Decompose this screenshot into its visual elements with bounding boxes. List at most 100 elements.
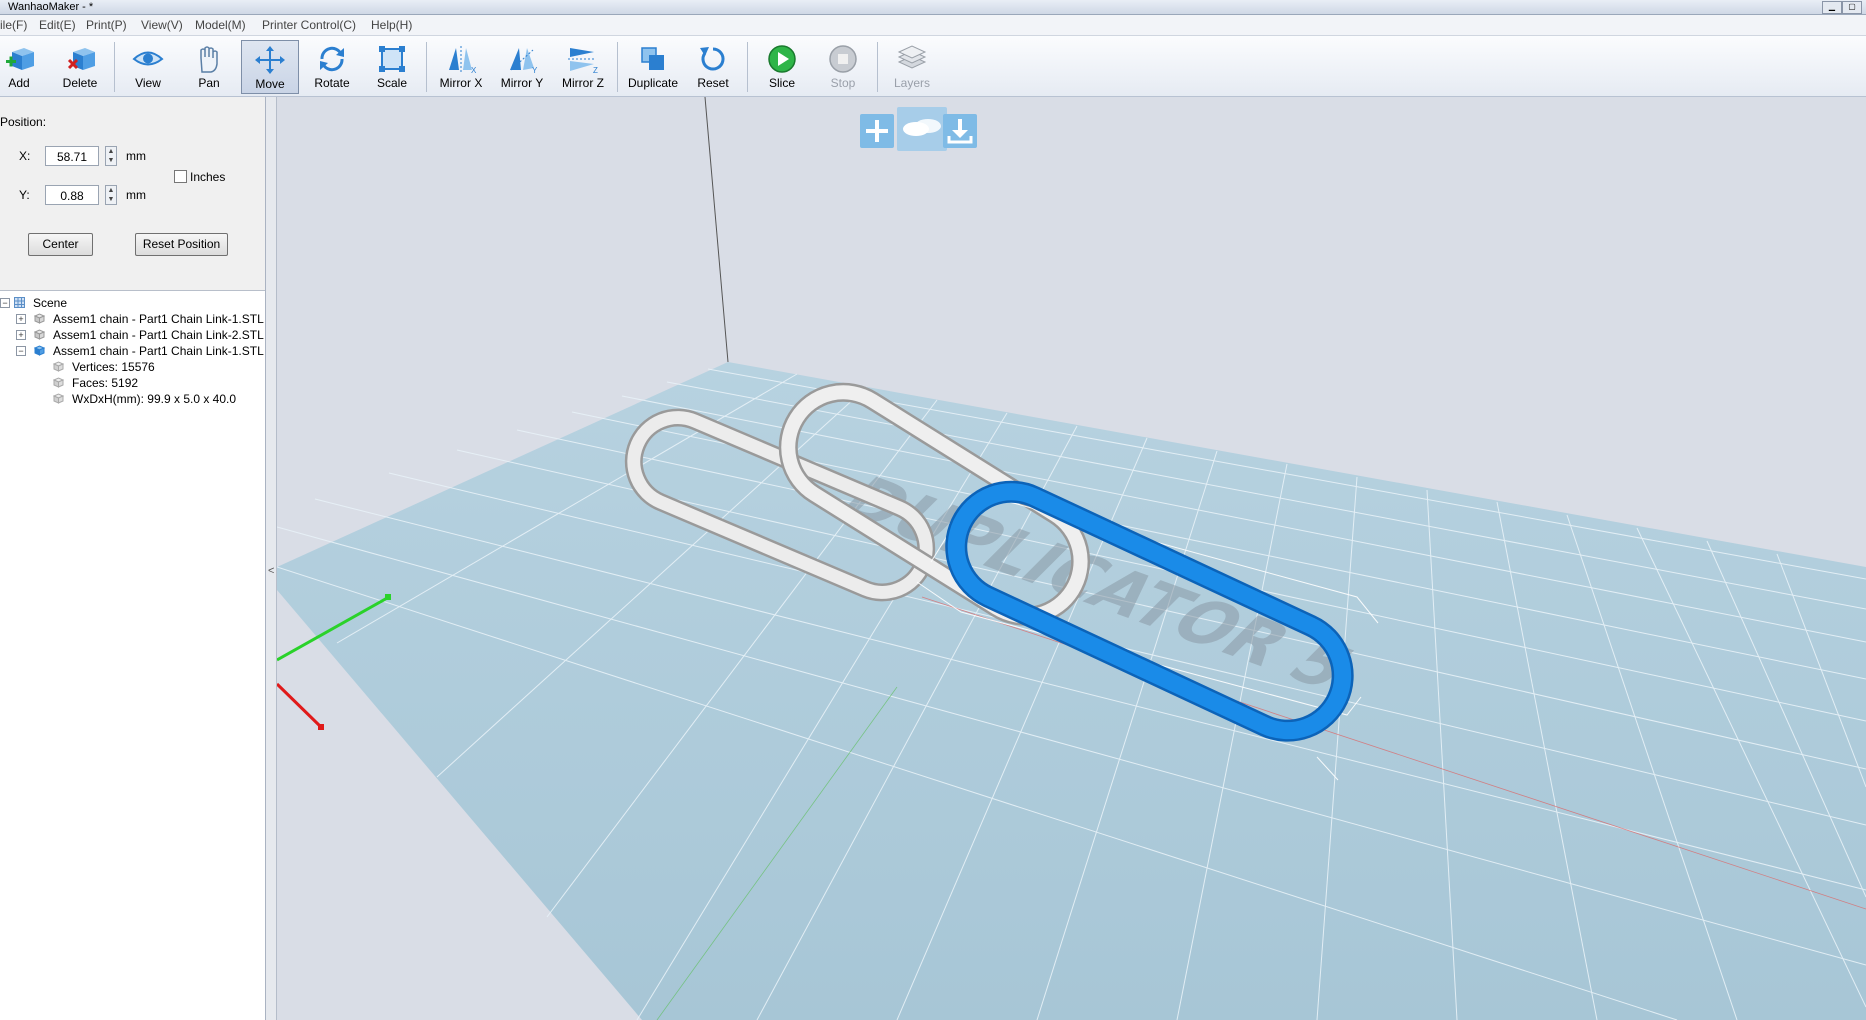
toolbar-separator bbox=[747, 42, 748, 92]
tree-item[interactable]: + Assem1 chain - Part1 Chain Link-2.STL bbox=[0, 327, 265, 343]
title-bar: WanhaoMaker - * ▁ ▢ bbox=[0, 0, 1866, 15]
pan-label: Pan bbox=[198, 76, 220, 90]
collapse-icon[interactable]: − bbox=[16, 346, 26, 356]
svg-text:Y: Y bbox=[532, 66, 538, 74]
tree-item-selected[interactable]: − Assem1 chain - Part1 Chain Link-1.STL bbox=[0, 343, 265, 359]
inches-label: Inches bbox=[190, 170, 226, 184]
tree-root-scene[interactable]: − Scene bbox=[0, 295, 265, 311]
y-unit: mm bbox=[126, 188, 146, 202]
y-axis-marker bbox=[385, 594, 391, 600]
tree-detail: WxDxH(mm): 99.9 x 5.0 x 40.0 bbox=[0, 391, 265, 407]
grid-icon bbox=[14, 297, 25, 308]
tree-detail: Vertices: 15576 bbox=[0, 359, 265, 375]
eye-icon bbox=[132, 51, 164, 66]
x-spinner[interactable]: ▲ ▼ bbox=[105, 146, 117, 166]
toolbar-separator bbox=[877, 42, 878, 92]
expand-icon[interactable]: + bbox=[16, 314, 26, 324]
hand-icon bbox=[200, 46, 218, 73]
cube-icon bbox=[34, 345, 45, 356]
rotate-label: Rotate bbox=[314, 76, 350, 90]
reset-button[interactable]: Reset bbox=[684, 40, 742, 94]
mirror-y-label: Mirror Y bbox=[500, 76, 544, 90]
position-heading: Position: bbox=[0, 115, 47, 129]
scale-icon bbox=[379, 46, 405, 72]
tree-item-label: Assem1 chain - Part1 Chain Link-1.STL bbox=[53, 312, 264, 326]
duplicate-button[interactable]: Duplicate bbox=[624, 40, 682, 94]
scale-button[interactable]: Scale bbox=[363, 40, 421, 94]
minimize-icon[interactable]: ▁ bbox=[1822, 1, 1842, 14]
mirror-x-icon: X bbox=[449, 46, 477, 74]
dimensions: WxDxH(mm): 99.9 x 5.0 x 40.0 bbox=[72, 392, 237, 406]
faces-count: Faces: 5192 bbox=[72, 376, 139, 390]
panel-splitter[interactable]: < bbox=[266, 97, 277, 1020]
mirror-z-button[interactable]: Z Mirror Z bbox=[554, 40, 612, 94]
pan-button[interactable]: Pan bbox=[180, 40, 238, 94]
rotate-button[interactable]: Rotate bbox=[303, 40, 361, 94]
download-button[interactable] bbox=[943, 114, 977, 148]
cube-icon bbox=[34, 329, 45, 340]
duplicate-icon bbox=[641, 47, 664, 70]
reset-position-button[interactable]: Reset Position bbox=[135, 233, 228, 256]
maximize-icon[interactable]: ▢ bbox=[1842, 1, 1862, 14]
mirror-z-label: Mirror Z bbox=[562, 76, 604, 90]
vertices-count: Vertices: 15576 bbox=[72, 360, 155, 374]
stop-label: Stop bbox=[830, 76, 856, 90]
x-position-input[interactable]: 58.71 bbox=[45, 146, 99, 166]
mirror-x-label: Mirror X bbox=[439, 76, 483, 90]
position-panel: Position: X: 58.71 ▲ ▼ mm Y: 0.88 ▲ ▼ mm I… bbox=[0, 97, 265, 291]
print-bed bbox=[277, 362, 1866, 1020]
menu-bar: ile(F) Edit(E) Print(P) View(V) Model(M)… bbox=[0, 15, 1866, 36]
slice-button[interactable]: Slice bbox=[753, 40, 811, 94]
stop-button[interactable]: Stop bbox=[814, 40, 872, 94]
menu-printer-control[interactable]: Printer Control(C) bbox=[262, 18, 356, 32]
tree-item[interactable]: + Assem1 chain - Part1 Chain Link-1.STL bbox=[0, 311, 265, 327]
rotate-icon bbox=[320, 46, 344, 72]
x-axis-line bbox=[277, 682, 323, 729]
menu-model[interactable]: Model(M) bbox=[195, 18, 246, 32]
y-spinner[interactable]: ▲ ▼ bbox=[105, 185, 117, 205]
expand-icon[interactable]: + bbox=[16, 330, 26, 340]
tree-root-label: Scene bbox=[33, 296, 68, 310]
chain-preview-icon bbox=[903, 119, 941, 136]
tree-item-label: Assem1 chain - Part1 Chain Link-1.STL bbox=[53, 344, 264, 358]
stop-icon bbox=[829, 45, 857, 73]
add-icon bbox=[6, 48, 34, 70]
delete-label: Delete bbox=[62, 76, 98, 90]
view-label: View bbox=[135, 76, 161, 90]
slice-label: Slice bbox=[768, 76, 795, 90]
collapse-arrow-icon[interactable]: < bbox=[268, 565, 274, 577]
toolbar: Add Delete View Pan Move Rotate Scale X … bbox=[0, 36, 1866, 97]
cube-icon bbox=[34, 313, 45, 324]
view-mode-button[interactable] bbox=[897, 107, 947, 151]
menu-edit[interactable]: Edit(E) bbox=[39, 18, 76, 32]
plus-icon bbox=[866, 120, 888, 142]
collapse-icon[interactable]: − bbox=[0, 298, 10, 308]
layers-icon bbox=[897, 45, 927, 69]
duplicate-label: Duplicate bbox=[627, 76, 679, 90]
menu-view[interactable]: View(V) bbox=[141, 18, 183, 32]
x-label: X: bbox=[19, 149, 31, 163]
scene-canvas[interactable]: DUPLICATOR 5 bbox=[277, 97, 1866, 1020]
view-button[interactable]: View bbox=[119, 40, 177, 94]
menu-print[interactable]: Print(P) bbox=[86, 18, 127, 32]
3d-viewport[interactable]: DUPLICATOR 5 bbox=[277, 97, 1866, 1020]
cube-icon bbox=[53, 393, 64, 404]
mirror-x-button[interactable]: X Mirror X bbox=[432, 40, 490, 94]
menu-help[interactable]: Help(H) bbox=[371, 18, 412, 32]
layers-button[interactable]: Layers bbox=[883, 40, 941, 94]
reset-icon bbox=[700, 47, 725, 71]
delete-button[interactable]: Delete bbox=[51, 40, 109, 94]
y-position-input[interactable]: 0.88 bbox=[45, 185, 99, 205]
x-unit: mm bbox=[126, 149, 146, 163]
play-icon bbox=[768, 45, 796, 73]
svg-text:X: X bbox=[471, 66, 477, 74]
menu-file[interactable]: ile(F) bbox=[0, 18, 27, 32]
add-label: Add bbox=[8, 76, 30, 90]
add-button[interactable]: Add bbox=[0, 40, 48, 94]
mirror-y-button[interactable]: Y Mirror Y bbox=[493, 40, 551, 94]
center-button[interactable]: Center bbox=[28, 233, 93, 256]
mirror-y-icon: Y bbox=[510, 48, 538, 74]
inches-checkbox[interactable] bbox=[174, 170, 187, 183]
move-button[interactable]: Move bbox=[241, 40, 299, 94]
zoom-in-button[interactable] bbox=[860, 114, 894, 148]
